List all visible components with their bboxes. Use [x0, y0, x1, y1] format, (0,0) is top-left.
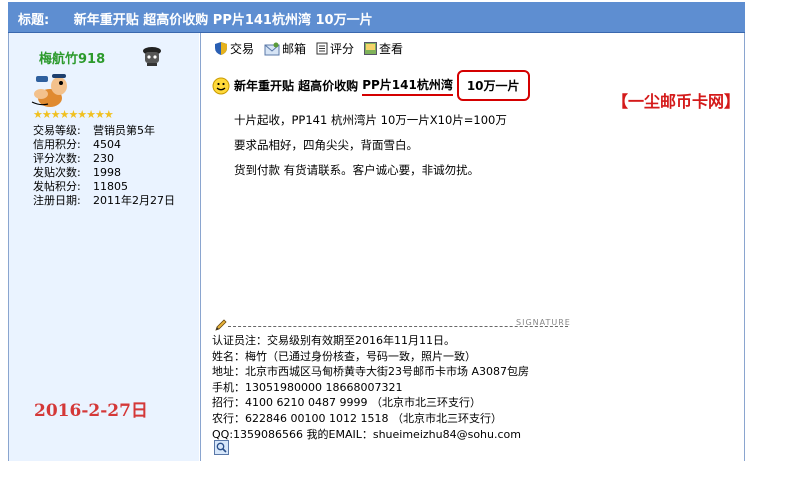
thread-title: 新年重开贴 超高价收购 PP片141杭州湾 10万一片 [73, 13, 373, 28]
rate-label: 评分 [330, 42, 355, 56]
smiley-icon [212, 77, 230, 94]
signature-line: 地址：北京市西城区马甸桥黄寺大街23号邮币卡市场 A3087包房 [212, 365, 530, 379]
post-title-price: 10万一片 [456, 70, 530, 101]
post-line: 要求品相好，四角尖尖，背面雪白。 [234, 138, 418, 152]
stat-row: 信用积分: 4504 [33, 138, 175, 152]
trade-label: 交易 [230, 42, 255, 56]
zoom-icon[interactable] [214, 440, 229, 455]
title-label: 标题: [18, 13, 50, 28]
image-icon [364, 42, 378, 55]
rating-stars: ★★★★★★★★★ [33, 108, 114, 121]
stat-label: 信用积分: [33, 138, 81, 151]
site-watermark: 【一尘邮币卡网】 [612, 92, 741, 111]
pane-divider [200, 33, 201, 461]
stat-row: 注册日期: 2011年2月27日 [33, 194, 175, 208]
signature-line: 农行：622846 00100 1012 1518 （北京市北三环支行） [212, 411, 502, 425]
post-toolbar: 交易 邮箱 评分 查看 [214, 40, 409, 57]
user-profile-icon[interactable] [140, 44, 164, 68]
shield-icon [215, 42, 227, 55]
rate-button[interactable]: 评分 [316, 40, 354, 57]
stat-row: 发帖积分: 11805 [33, 180, 175, 194]
post-title: 新年重开贴 超高价收购 PP片141杭州湾 10万一片 [212, 70, 530, 101]
mail-icon [264, 42, 280, 55]
stat-row: 交易等级: 营销员第5年 [33, 124, 175, 138]
stat-label: 交易等级: [33, 124, 81, 137]
post-title-highlight: PP片141杭州湾 [362, 76, 453, 96]
stat-row: 发贴次数: 1998 [33, 166, 175, 180]
signature-block: 认证员注：交易级别有效期至2016年11月11日。 姓名：梅竹（已通过身份核查，… [212, 333, 529, 442]
signature-line: 姓名：梅竹（已通过身份核查，号码一致，照片一致） [212, 349, 476, 363]
username-link[interactable]: 梅航竹918 [39, 48, 105, 67]
signature-line: 手机：13051980000 18668007321 [212, 380, 403, 394]
view-label: 查看 [379, 42, 404, 56]
avatar [31, 74, 67, 107]
stat-label: 发贴次数: [33, 166, 81, 179]
mail-button[interactable]: 邮箱 [264, 40, 306, 57]
stat-value: 230 [93, 152, 114, 165]
date-annotation: 2016-2-27日 [34, 401, 148, 421]
pencil-icon [215, 319, 227, 331]
user-stats: 交易等级: 营销员第5年 信用积分: 4504 评分次数: 230 发贴次数: 1998… [33, 124, 175, 208]
stat-value: 4504 [93, 138, 121, 151]
stat-value: 1998 [93, 166, 121, 179]
document-icon [316, 42, 328, 55]
post-body: 十片起收，PP141 杭州湾片 10万一片X10片=100万 要求品相好，四角尖… [234, 108, 507, 183]
stat-row: 评分次数: 230 [33, 152, 175, 166]
mail-label: 邮箱 [282, 42, 307, 56]
stat-label: 注册日期: [33, 194, 81, 207]
signature-line: 招行：4100 6210 0487 9999 （北京市北三环支行） [212, 396, 481, 410]
view-button[interactable]: 查看 [364, 40, 403, 57]
stat-value: 2011年2月27日 [93, 194, 175, 207]
stat-value: 11805 [93, 180, 128, 193]
signature-label: SIGNATURE [516, 318, 571, 327]
thread-title-bar: 标题: 新年重开贴 超高价收购 PP片141杭州湾 10万一片 [8, 2, 745, 33]
post-title-text: 新年重开贴 超高价收购 [234, 79, 359, 93]
signature-line: QQ:1359086566 我的EMAIL：shueimeizhu84@sohu… [212, 427, 521, 441]
stat-label: 评分次数: [33, 152, 81, 165]
stat-value: 营销员第5年 [93, 124, 155, 137]
trade-button[interactable]: 交易 [214, 40, 254, 57]
post-line: 货到付款 有货请联系。客户诚心要，非诚勿扰。 [234, 163, 480, 177]
stat-label: 发帖积分: [33, 180, 81, 193]
post-line: 十片起收，PP141 杭州湾片 10万一片X10片=100万 [234, 113, 507, 127]
signature-line: 认证员注：交易级别有效期至2016年11月11日。 [212, 334, 455, 347]
